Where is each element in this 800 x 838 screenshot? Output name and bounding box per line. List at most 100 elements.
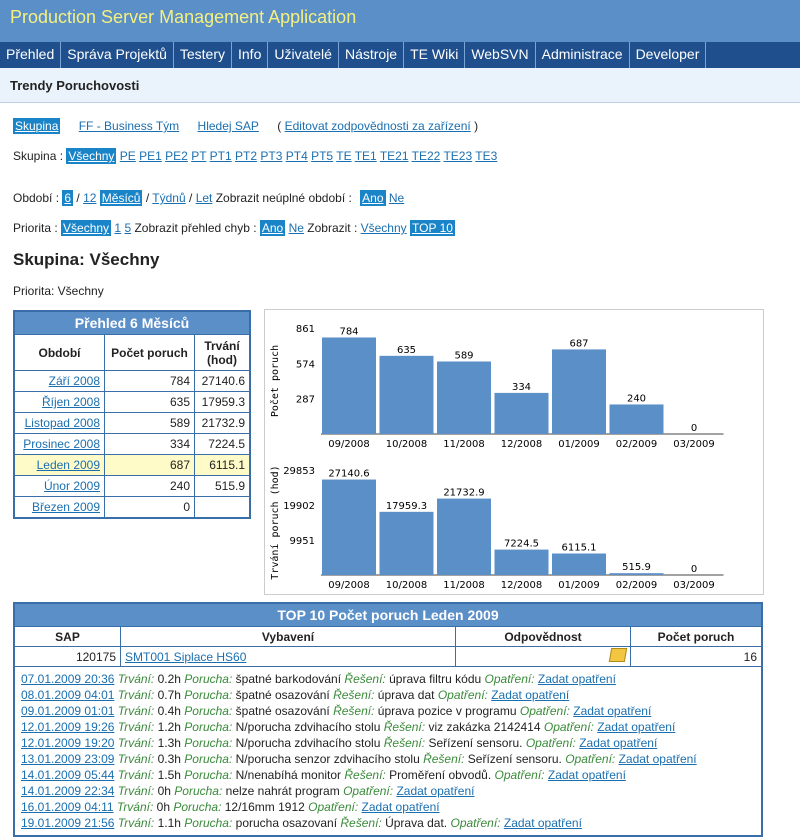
group-pt3[interactable]: PT3 [260,149,282,163]
top10-table: TOP 10 Počet poruch Leden 2009 SAP Vybav… [13,602,763,837]
period-let[interactable]: Let [196,191,213,205]
event-resolution: Seřízení sensoru. [467,752,562,766]
event-item: 07.01.2009 20:36 Trvání: 0.2h Porucha: š… [21,671,755,687]
add-action-link[interactable]: Zadat opatření [619,752,697,766]
group-te3[interactable]: TE3 [475,149,497,163]
nav-item-info[interactable]: Info [232,42,269,68]
event-date-link[interactable]: 14.01.2009 05:44 [21,768,114,782]
incomplete-ne[interactable]: Ne [389,191,404,205]
paren-close: ) [474,119,479,133]
y-tick-label: 29853 [283,466,315,477]
nav-item-testery[interactable]: Testery [174,42,232,68]
link-ff-business[interactable]: FF - Business Tým [79,119,179,133]
priority-vsechny[interactable]: Všechny [61,220,112,236]
event-date-link[interactable]: 16.01.2009 04:11 [21,800,114,814]
group-te1[interactable]: TE1 [355,149,377,163]
overview-ne[interactable]: Ne [289,221,304,235]
event-date-link[interactable]: 14.01.2009 22:34 [21,784,114,798]
period-link[interactable]: Říjen 2008 [42,395,100,409]
add-action-link[interactable]: Zadat opatření [538,672,616,686]
x-tick-label: 12/2008 [501,439,543,450]
event-date-link[interactable]: 09.01.2009 01:01 [21,704,114,718]
overview-ano[interactable]: Ano [259,220,286,236]
label-reseni: Řešení: [333,704,375,718]
nav-item-projekty[interactable]: Správa Projektů [61,42,174,68]
link-skupina[interactable]: Skupina [13,118,61,134]
event-duration: 1.5h [157,768,181,782]
add-action-link[interactable]: Zadat opatření [579,736,657,750]
priority-line: Priorita: Všechny [13,284,104,298]
group-pt5[interactable]: PT5 [311,149,333,163]
group-te[interactable]: TE [336,149,351,163]
add-action-link[interactable]: Zadat opatření [396,784,474,798]
nav-item-websvn[interactable]: WebSVN [465,42,536,68]
table-row: Říjen 2008 635 17959.3 [13,391,251,413]
bar [437,498,491,575]
period-link[interactable]: Leden 2009 [37,458,100,472]
period-link[interactable]: Únor 2009 [44,479,100,493]
group-te22[interactable]: TE22 [412,149,441,163]
event-date-link[interactable]: 19.01.2009 21:56 [21,816,114,830]
summary-caption: Přehled 6 Měsíců [13,310,251,335]
count-cell: 784 [104,370,195,392]
add-action-link[interactable]: Zadat opatření [548,768,626,782]
nav-item-administrace[interactable]: Administrace [536,42,630,68]
add-action-link[interactable]: Zadat opatření [504,816,582,830]
event-date-link[interactable]: 13.01.2009 23:09 [21,752,114,766]
y-tick-label: 9951 [290,536,315,547]
show-all[interactable]: Všechny [361,221,407,235]
label-reseni: Řešení: [423,752,465,766]
incomplete-ano[interactable]: Ano [360,190,386,206]
period-link[interactable]: Září 2008 [49,374,100,388]
group-te23[interactable]: TE23 [443,149,472,163]
event-fault: N/porucha senzor zdvihacího stolu [235,752,420,766]
show-top10[interactable]: TOP 10 [410,220,455,236]
group-pt[interactable]: PT [191,149,206,163]
count-cell: 589 [104,412,195,434]
edit-responsibility-icon[interactable] [608,648,628,662]
event-fault: 12/16mm 1912 [224,800,305,814]
period-link[interactable]: Březen 2009 [32,500,100,514]
nav-item-developer[interactable]: Developer [630,42,707,68]
group-pt2[interactable]: PT2 [235,149,257,163]
nav-item-te-wiki[interactable]: TE Wiki [404,42,466,68]
col-header-trvani: Trvání (hod) [194,334,251,371]
group-pe2[interactable]: PE2 [165,149,188,163]
priority-1[interactable]: 1 [114,221,121,235]
group-vsechny[interactable]: Všechny [66,148,117,164]
bar [552,349,606,434]
count-cell: 334 [104,433,195,455]
link-edit-zodpovednosti[interactable]: Editovat zodpovědnosti za zařízení [285,119,471,133]
period-tydnu[interactable]: Týdnů [152,191,185,205]
group-pt1[interactable]: PT1 [210,149,232,163]
equipment-link[interactable]: SMT001 Siplace HS60 [125,650,246,664]
group-pt4[interactable]: PT4 [286,149,308,163]
label-reseni: Řešení: [344,768,386,782]
nav-item-nastroje[interactable]: Nástroje [339,42,405,68]
group-pe[interactable]: PE [120,149,136,163]
group-pe1[interactable]: PE1 [139,149,162,163]
link-hledej-sap[interactable]: Hledej SAP [198,119,259,133]
label-trvani: Trvání: [116,800,154,814]
period-link[interactable]: Listopad 2008 [25,416,100,430]
period-12[interactable]: 12 [83,191,96,205]
period-link[interactable]: Prosinec 2008 [23,437,100,451]
priority-5[interactable]: 5 [124,221,131,235]
event-date-link[interactable]: 07.01.2009 20:36 [21,672,114,686]
period-mesicu[interactable]: Měsíců [99,190,143,206]
nav-item-prehled[interactable]: Přehled [0,42,62,68]
event-date-link[interactable]: 08.01.2009 04:01 [21,688,114,702]
period-6[interactable]: 6 [62,190,74,206]
bar [552,553,606,575]
count-cell: 16 [630,646,763,667]
count-cell: 240 [104,475,195,497]
group-te21[interactable]: TE21 [380,149,409,163]
add-action-link[interactable]: Zadat opatření [573,704,651,718]
main-nav: Přehled Správa Projektů Testery Info Uži… [0,42,800,68]
event-date-link[interactable]: 12.01.2009 19:26 [21,720,114,734]
add-action-link[interactable]: Zadat opatření [491,688,569,702]
nav-item-uzivatele[interactable]: Uživatelé [268,42,339,68]
add-action-link[interactable]: Zadat opatření [362,800,440,814]
add-action-link[interactable]: Zadat opatření [597,720,675,734]
event-date-link[interactable]: 12.01.2009 19:20 [21,736,114,750]
